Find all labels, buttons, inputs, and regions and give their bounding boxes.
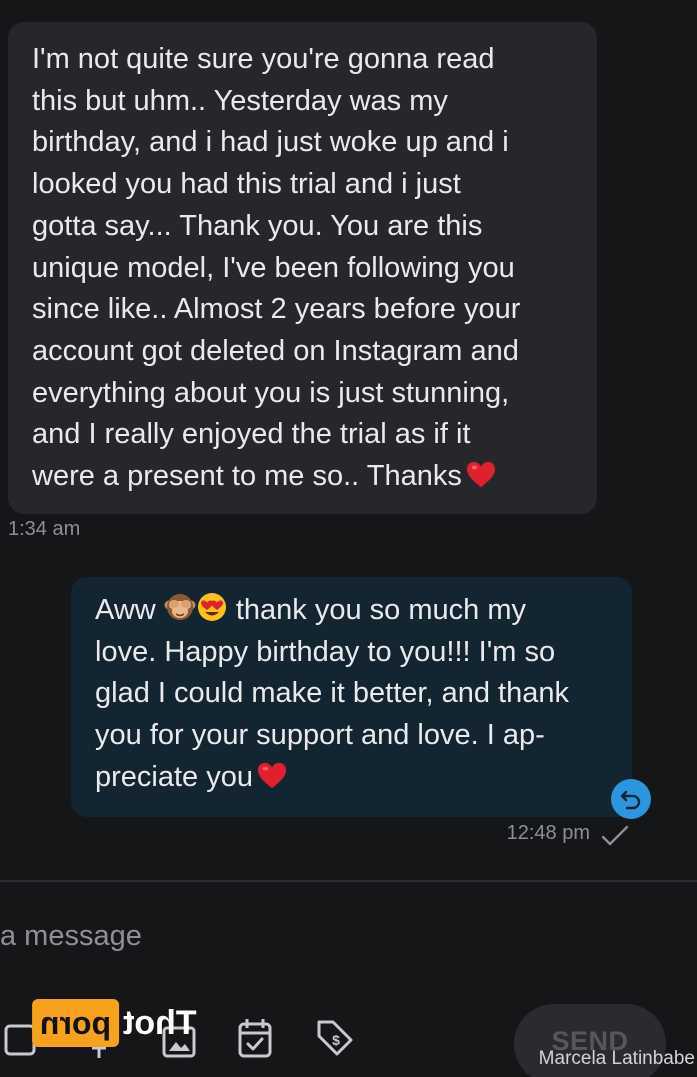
calendar-icon[interactable] bbox=[236, 1016, 276, 1060]
chat-screen: I'm not quite sure you're gonna read thi… bbox=[0, 0, 697, 1077]
outgoing-message-text: thank you so much my love. Happy birthda… bbox=[95, 594, 569, 793]
check-icon bbox=[601, 825, 629, 846]
outgoing-message-text-start: Aww bbox=[95, 594, 156, 626]
watermark-credit: Marcela Latinbabe bbox=[538, 1048, 695, 1069]
price-tag-icon[interactable]: $ bbox=[313, 1016, 357, 1060]
undo-button[interactable] bbox=[611, 779, 651, 819]
incoming-message-time: 1:34 am bbox=[8, 518, 81, 540]
outgoing-message-time: 12:48 pm bbox=[506, 822, 590, 844]
composer-divider bbox=[0, 880, 697, 882]
see-no-evil-monkey-icon bbox=[164, 594, 196, 620]
heart-eyes-face-icon bbox=[197, 593, 226, 621]
watermark-logo: porn Thot bbox=[32, 997, 197, 1049]
watermark-logo-text: Thot bbox=[123, 1003, 197, 1042]
message-input[interactable] bbox=[0, 912, 480, 960]
undo-icon bbox=[620, 790, 641, 810]
incoming-message-text: I'm not quite sure you're gonna read thi… bbox=[32, 43, 521, 493]
watermark-logo-box: porn bbox=[32, 999, 120, 1047]
outgoing-message-bubble: Aww thank you so much my love. Happy bir… bbox=[71, 577, 632, 817]
incoming-message-bubble: I'm not quite sure you're gonna read thi… bbox=[8, 22, 597, 514]
red-heart-icon bbox=[466, 461, 495, 488]
red-heart-icon-2 bbox=[257, 762, 287, 788]
svg-text:$: $ bbox=[332, 1032, 340, 1048]
